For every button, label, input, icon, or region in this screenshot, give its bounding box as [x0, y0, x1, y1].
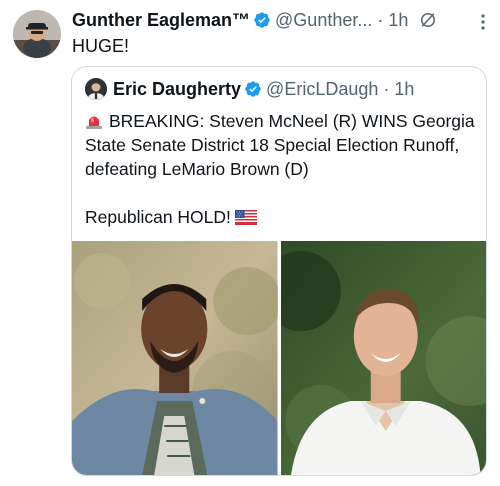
tweet-time[interactable]: 1h [388, 10, 408, 31]
quoted-tweet[interactable]: Eric Daugherty @EricLDaugh · 1h BREAKING… [71, 66, 487, 476]
tweet-header: Gunther Eagleman™ @Gunther... · 1h [72, 8, 472, 32]
photo-right[interactable] [280, 241, 486, 475]
separator-dot: · [377, 9, 384, 30]
quoted-text-breaking: BREAKING: Steven McNeel (R) WINS Georgia… [85, 111, 475, 179]
quoted-tweet-time[interactable]: 1h [394, 79, 414, 100]
police-siren-icon [85, 112, 103, 130]
author-handle[interactable]: @Gunther... [275, 10, 372, 31]
tweet[interactable]: Gunther Eagleman™ @Gunther... · 1h HUGE! [0, 0, 500, 486]
author-avatar-image [13, 10, 61, 58]
tweet-text: HUGE! [72, 36, 130, 56]
separator-dot: · [383, 78, 390, 99]
quoted-author-handle[interactable]: @EricLDaugh [266, 79, 378, 100]
author-avatar[interactable] [13, 10, 61, 58]
more-options-icon[interactable] [480, 12, 486, 32]
verified-badge-icon[interactable] [253, 11, 271, 29]
quoted-author-name[interactable]: Eric Daugherty [113, 79, 241, 100]
us-flag-icon [234, 207, 257, 225]
verified-badge-icon[interactable] [244, 80, 262, 98]
no-view-icon[interactable] [418, 10, 438, 30]
quoted-tweet-text: BREAKING: Steven McNeel (R) WINS Georgia… [85, 109, 476, 229]
quoted-text-line2: Republican HOLD! [85, 205, 476, 229]
photo-right-image [280, 241, 486, 475]
author-name[interactable]: Gunther Eagleman™ [72, 10, 250, 31]
quoted-text-hold: Republican HOLD! [85, 207, 231, 227]
photo-left-image [72, 241, 278, 475]
photo-left[interactable] [72, 241, 278, 475]
quoted-text-line1: BREAKING: Steven McNeel (R) WINS Georgia… [85, 109, 476, 181]
quoted-tweet-header: Eric Daugherty @EricLDaugh · 1h [85, 76, 476, 102]
quoted-author-avatar[interactable] [85, 78, 107, 100]
media-grid [72, 241, 486, 475]
